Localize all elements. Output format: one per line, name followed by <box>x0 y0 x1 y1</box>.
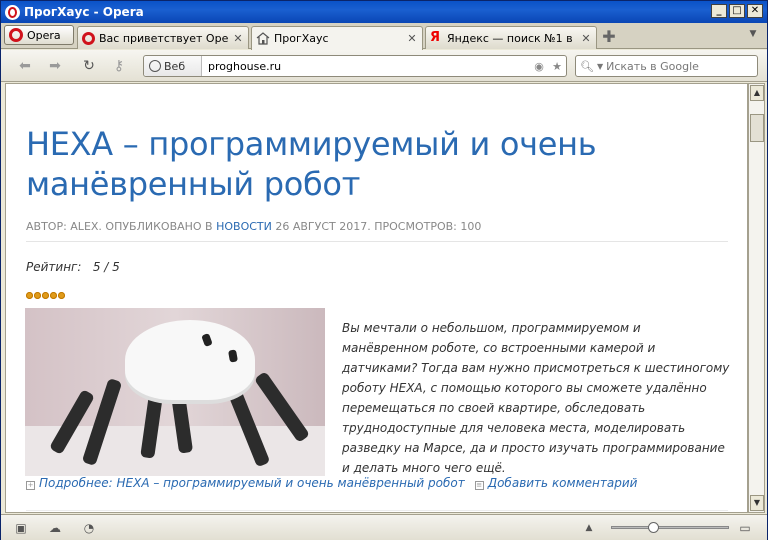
zoom-slider[interactable] <box>611 522 729 533</box>
star-icon[interactable] <box>58 292 65 299</box>
robot-eye <box>228 349 238 363</box>
zoom-menu-chevron-icon[interactable]: ▲ <box>581 521 597 535</box>
opera-icon <box>9 28 23 42</box>
article-title[interactable]: HEXA – программируемый и очень манёвренн… <box>26 124 676 204</box>
comment-icon: ≡ <box>474 481 484 490</box>
read-more-link[interactable]: Подробнее: HEXA – программируемый и очен… <box>39 476 465 490</box>
tab-label: ПрогХаус <box>274 32 329 45</box>
tab-bar: Opera Вас приветствует Opera! ✕ ПрогХаус… <box>1 23 767 50</box>
category-link[interactable]: Новости <box>216 220 272 233</box>
window-title: ПрогХаус - Opera <box>24 5 144 19</box>
rating-label: Рейтинг: <box>26 260 82 274</box>
maximize-button[interactable]: □ <box>729 4 745 18</box>
zoom-slider-knob[interactable] <box>648 522 660 533</box>
close-window-button[interactable]: ✕ <box>747 4 763 18</box>
expand-icon: + <box>26 481 35 490</box>
rating: Рейтинг: 5 / 5 <box>26 260 120 274</box>
search-engine-selector[interactable]: Веб <box>144 56 202 76</box>
house-icon <box>256 32 270 45</box>
navigation-toolbar: ⬅ ➡ ↻ ⚷ Веб proghouse.ru ◉ ★ 🔍︎ ▼ Искать… <box>1 50 767 82</box>
cloud-icon[interactable]: ☁ <box>47 521 63 535</box>
forward-arrow-icon[interactable]: ➡ <box>45 57 65 75</box>
page-content: HEXA – программируемый и очень манёвренн… <box>5 83 748 513</box>
status-bar: ▣ ☁ ◔ ▲ ▭ <box>1 514 767 540</box>
robot-eye <box>201 332 213 348</box>
scrollbar-thumb[interactable] <box>750 114 764 142</box>
browser-window: ПрогХаус - Opera _ □ ✕ Opera Вас приветс… <box>0 0 768 540</box>
opera-logo-icon <box>5 4 20 20</box>
divider <box>26 510 728 511</box>
star-icon[interactable] <box>34 292 41 299</box>
scroll-down-arrow-icon[interactable]: ▼ <box>750 495 764 511</box>
tab-yandex[interactable]: Я Яндекс — поиск №1 в Ро... ✕ <box>425 26 597 49</box>
reload-icon[interactable]: ↻ <box>79 57 99 75</box>
new-tab-button[interactable]: ✚ <box>599 28 619 46</box>
article-excerpt: Вы мечтали о небольшом, программируемом … <box>342 321 730 475</box>
tab-label: Вас приветствует Opera! <box>99 31 228 45</box>
scroll-up-arrow-icon[interactable]: ▲ <box>750 85 764 101</box>
engine-label: Веб <box>164 59 186 73</box>
star-icon[interactable] <box>50 292 57 299</box>
meta-author: Автор: Alex. Опубликовано в <box>26 220 217 233</box>
tab-opera-welcome[interactable]: Вас приветствует Opera! ✕ <box>77 26 249 49</box>
opera-menu-label: Opera <box>27 28 61 42</box>
search-placeholder: Искать в Google <box>606 59 699 73</box>
search-engine-chevron-icon[interactable]: ▼ <box>597 62 603 71</box>
opera-menu-button[interactable]: Opera <box>4 25 74 45</box>
article-meta: Автор: Alex. Опубликовано в Новости 26 а… <box>26 220 481 233</box>
star-icon[interactable] <box>26 292 33 299</box>
robot-body <box>125 320 255 400</box>
speed-dial-gauge-icon[interactable]: ◔ <box>81 521 97 535</box>
close-tab-icon[interactable]: ✕ <box>406 32 418 45</box>
meta-date-views: 26 август 2017. Просмотров: 100 <box>271 220 482 233</box>
rating-value: 5 / 5 <box>92 260 120 274</box>
address-bar[interactable]: Веб proghouse.ru ◉ ★ <box>143 55 567 77</box>
url-text[interactable]: proghouse.ru <box>202 60 530 73</box>
yandex-icon: Я <box>430 30 441 45</box>
search-field[interactable]: 🔍︎ ▼ Искать в Google <box>575 55 758 77</box>
tab-label: Яндекс — поиск №1 в Ро... <box>447 31 576 45</box>
close-tab-icon[interactable]: ✕ <box>580 32 592 45</box>
title-bar: ПрогХаус - Opera _ □ ✕ <box>1 1 767 23</box>
globe-icon <box>149 60 161 72</box>
back-arrow-icon[interactable]: ⬅ <box>15 57 35 75</box>
rating-stars[interactable] <box>26 292 65 299</box>
fit-to-window-icon[interactable]: ▭ <box>737 521 753 535</box>
article-links: + Подробнее: HEXA – программируемый и оче… <box>26 476 637 490</box>
vertical-scrollbar[interactable]: ▲ ▼ <box>748 83 765 513</box>
article-image[interactable] <box>25 308 325 476</box>
minimize-button[interactable]: _ <box>711 4 727 18</box>
add-comment-link[interactable]: Добавить комментарий <box>488 476 638 490</box>
key-icon[interactable]: ⚷ <box>109 57 129 75</box>
rss-icon[interactable]: ◉ <box>530 60 548 73</box>
tab-proghouse[interactable]: ПрогХаус ✕ <box>251 26 423 50</box>
divider <box>26 241 728 242</box>
panel-toggle-icon[interactable]: ▣ <box>13 521 29 535</box>
tab-list-chevron-icon[interactable]: ▼ <box>745 29 761 45</box>
star-icon[interactable] <box>42 292 49 299</box>
close-tab-icon[interactable]: ✕ <box>232 32 244 45</box>
search-icon: 🔍︎ <box>580 59 594 73</box>
bookmark-star-icon[interactable]: ★ <box>548 60 566 73</box>
opera-icon <box>82 31 95 45</box>
